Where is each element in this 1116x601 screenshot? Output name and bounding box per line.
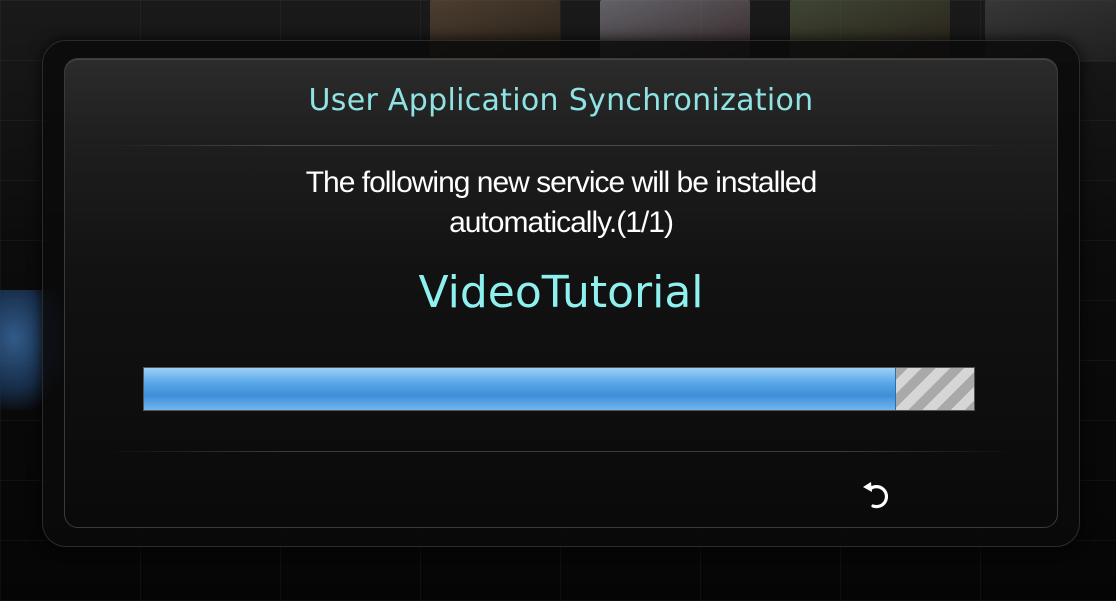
dialog-title: User Application Synchronization bbox=[308, 83, 814, 118]
install-progress-bar bbox=[143, 367, 975, 411]
bottom-divider bbox=[105, 451, 1017, 452]
return-button[interactable] bbox=[855, 473, 899, 517]
title-divider bbox=[105, 145, 1017, 146]
message-line: automatically.(1/1) bbox=[449, 206, 674, 239]
sync-dialog: User Application Synchronization The fol… bbox=[64, 58, 1058, 528]
message-line: The following new service will be instal… bbox=[305, 166, 818, 199]
progress-fill bbox=[144, 368, 897, 410]
return-arrow-icon bbox=[860, 478, 894, 512]
service-name: VideoTutorial bbox=[418, 267, 704, 318]
tv-screen: User Application Synchronization The fol… bbox=[0, 0, 1116, 601]
dialog-message: The following new service will be instal… bbox=[65, 163, 1057, 243]
